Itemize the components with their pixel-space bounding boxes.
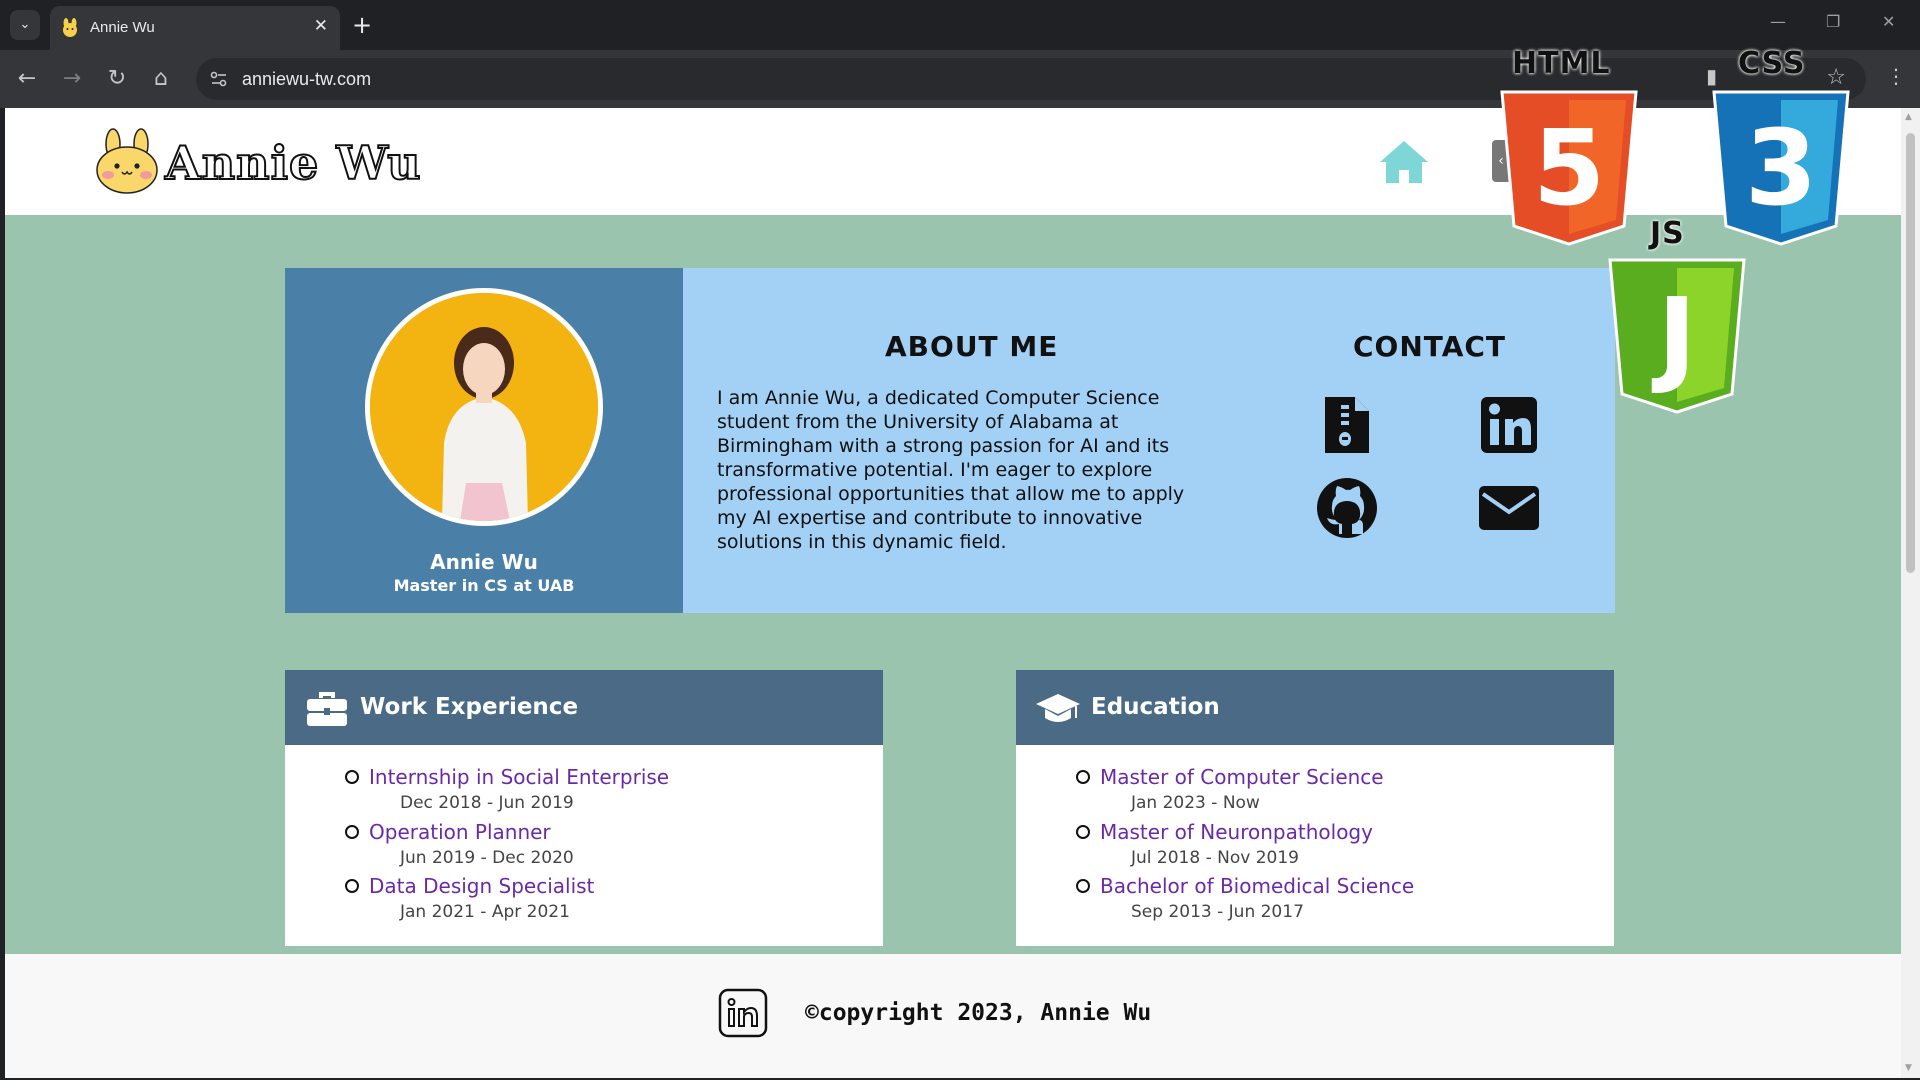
home-icon[interactable]: ⌂ [146, 64, 176, 94]
item-date: Sep 2013 - Jun 2017 [1131, 902, 1304, 922]
badge-digit: J [1652, 275, 1697, 397]
badge-digit: 3 [1745, 107, 1817, 229]
forward-icon[interactable]: → [57, 64, 87, 94]
item-date: Jul 2018 - Nov 2019 [1131, 848, 1299, 868]
bunny-mascot-icon[interactable] [95, 128, 159, 194]
profile-name: Annie Wu [430, 550, 538, 574]
more-icon[interactable]: ⋮ [1886, 64, 1906, 88]
linkedin-icon[interactable] [1477, 393, 1541, 457]
tab-list-button[interactable]: ⌄ [10, 10, 40, 40]
item-date: Jun 2019 - Dec 2020 [400, 848, 574, 868]
badge-label: CSS [1738, 46, 1806, 81]
scroll-down-icon[interactable]: ▼ [1905, 1063, 1912, 1073]
section-title: Work Experience [360, 694, 579, 720]
circle-bullet-icon [345, 770, 359, 784]
page-scrollbar[interactable]: ▲ ▼ [1901, 108, 1920, 1078]
item-title[interactable]: Master of Computer Science [1100, 765, 1384, 789]
window-close-icon[interactable]: ✕ [1882, 12, 1895, 31]
profile-photo [365, 288, 603, 526]
item-title[interactable]: Bachelor of Biomedical Science [1100, 874, 1414, 898]
badge-digit: 5 [1533, 107, 1605, 229]
section-header: Education [1016, 670, 1614, 745]
section-header: Work Experience [285, 670, 883, 745]
back-icon[interactable]: ← [12, 64, 42, 94]
plus-icon[interactable]: + [352, 10, 372, 40]
circle-bullet-icon [1076, 825, 1090, 839]
contact-title: CONTACT [1353, 330, 1507, 363]
restore-icon[interactable]: ❐ [1826, 12, 1840, 31]
circle-bullet-icon [345, 825, 359, 839]
circle-bullet-icon [345, 879, 359, 893]
chevron-down-icon: ⌄ [19, 17, 31, 32]
item-title[interactable]: Data Design Specialist [369, 874, 594, 898]
home-icon[interactable] [1378, 138, 1430, 186]
item-date: Jan 2021 - Apr 2021 [400, 902, 570, 922]
about-title: ABOUT ME [885, 330, 1059, 363]
profile-panel: Annie Wu Master in CS at UAB [285, 268, 683, 613]
site-footer: ©copyright 2023, Annie Wu [5, 954, 1901, 1078]
minimize-icon[interactable]: — [1770, 12, 1786, 31]
github-icon[interactable] [1315, 476, 1379, 540]
briefcase-icon [307, 692, 347, 726]
scroll-up-icon[interactable]: ▲ [1905, 112, 1912, 122]
scroll-thumb[interactable] [1906, 133, 1915, 573]
url-text: anniewu-tw.com [242, 69, 372, 89]
badge-label: JS [1650, 216, 1685, 251]
logo-text[interactable]: Annie Wu [164, 135, 422, 191]
item-title[interactable]: Master of Neuronpathology [1100, 820, 1373, 844]
badge-label: HTML [1512, 46, 1611, 81]
graduation-cap-icon [1036, 694, 1080, 722]
close-icon[interactable]: ✕ [314, 16, 328, 36]
profile-subtitle: Master in CS at UAB [393, 576, 575, 595]
item-title[interactable]: Operation Planner [369, 820, 551, 844]
email-icon[interactable] [1477, 476, 1541, 540]
circle-bullet-icon [1076, 770, 1090, 784]
circle-bullet-icon [1076, 879, 1090, 893]
item-date: Dec 2018 - Jun 2019 [400, 793, 574, 813]
item-title[interactable]: Internship in Social Enterprise [369, 765, 669, 789]
section-title: Education [1091, 694, 1220, 720]
about-text: I am Annie Wu, a dedicated Computer Scie… [717, 387, 1185, 553]
person-silhouette-icon [370, 293, 598, 521]
browser-tab-bar: ⌄ Annie Wu ✕ + — ❐ ✕ [0, 0, 1920, 50]
work-experience-card: Work Experience Internship in Social Ent… [285, 670, 883, 946]
browser-tab[interactable]: Annie Wu ✕ [50, 6, 340, 50]
education-card: Education Master of Computer Science Jan… [1016, 670, 1614, 946]
tab-title: Annie Wu [90, 19, 155, 36]
about-card: Annie Wu Master in CS at UAB ABOUT ME I … [285, 268, 1615, 613]
javascript-badge: JS J [1606, 216, 1756, 426]
reload-icon[interactable]: ↻ [102, 64, 132, 94]
site-info-icon[interactable] [208, 68, 230, 90]
copyright-text: ©copyright 2023, Annie Wu [805, 1000, 1152, 1026]
bunny-favicon-icon [63, 18, 77, 37]
item-date: Jan 2023 - Now [1131, 793, 1260, 813]
javascript-shield-icon: J [1608, 258, 1746, 414]
resume-file-icon[interactable] [1315, 393, 1379, 457]
linkedin-icon[interactable] [718, 988, 768, 1038]
